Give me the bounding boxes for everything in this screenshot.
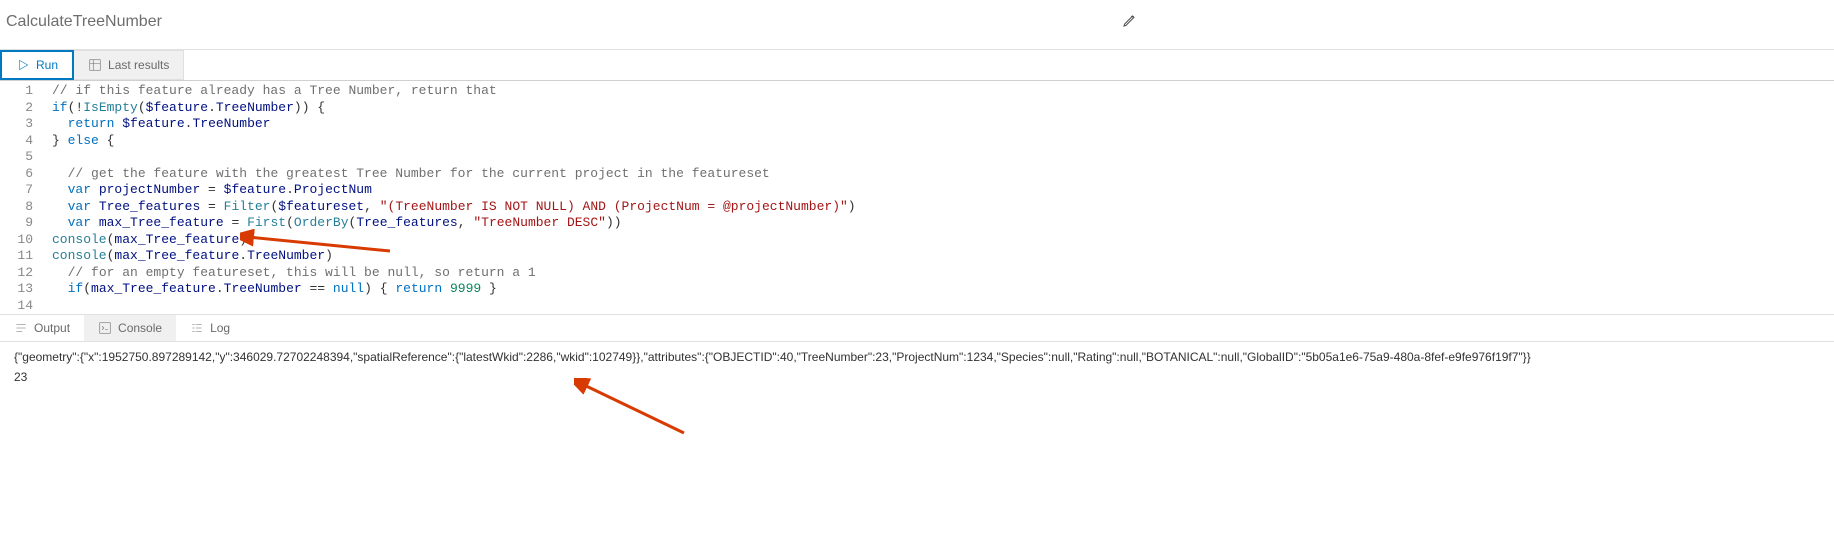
code-line[interactable]: console(max_Tree_feature.TreeNumber) [52,248,887,265]
tab-output[interactable]: Output [0,315,84,341]
last-results-button[interactable]: Last results [74,50,184,80]
code-line[interactable]: // calculate the max tree number for thi… [52,314,887,315]
bottom-tabs: Output Console Log [0,315,1834,342]
line-number: 6 [0,166,33,183]
code-line[interactable]: console(max_Tree_feature) [52,232,887,249]
code-line[interactable]: var Tree_features = Filter($featureset, … [52,199,887,216]
code-line[interactable]: // if this feature already has a Tree Nu… [52,83,887,100]
console-line: {"geometry":{"x":1952750.897289142,"y":3… [14,350,1820,364]
tab-output-label: Output [34,321,70,335]
tab-log-label: Log [210,321,230,335]
console-icon [98,321,112,335]
pencil-icon [1122,12,1138,28]
code-line[interactable]: // get the feature with the greatest Tre… [52,166,887,183]
code-line[interactable]: var max_Tree_feature = First(OrderBy(Tre… [52,215,887,232]
console-output: {"geometry":{"x":1952750.897289142,"y":3… [0,342,1834,398]
line-number: 12 [0,265,33,282]
tab-console-label: Console [118,321,162,335]
code-area[interactable]: // if this feature already has a Tree Nu… [44,81,887,314]
line-number: 8 [0,199,33,216]
code-line[interactable]: return $feature.TreeNumber [52,116,887,133]
log-icon [190,321,204,335]
run-label: Run [36,58,58,72]
play-icon [16,58,30,72]
line-number: 10 [0,232,33,249]
tab-log[interactable]: Log [176,315,244,341]
header-bar: CalculateTreeNumber [0,0,1834,50]
code-line[interactable]: } else { [52,133,887,150]
run-button[interactable]: Run [0,50,74,80]
last-results-label: Last results [108,58,169,72]
line-number: 13 [0,281,33,298]
line-number: 3 [0,116,33,133]
line-number: 9 [0,215,33,232]
line-number: 11 [0,248,33,265]
page-title: CalculateTreeNumber [6,13,162,31]
line-number: 5 [0,149,33,166]
line-number: 14 [0,298,33,315]
line-number: 7 [0,182,33,199]
line-number: 4 [0,133,33,150]
editor-toolbar: Run Last results [0,50,1834,81]
editor-wrap: 123456789101112131415 // if this feature… [0,81,1834,315]
code-line[interactable]: // for an empty featureset, this will be… [52,265,887,282]
code-line[interactable]: var projectNumber = $feature.ProjectNum [52,182,887,199]
tab-console[interactable]: Console [84,315,176,341]
code-line[interactable] [52,149,887,166]
code-editor[interactable]: 123456789101112131415 // if this feature… [0,81,1834,315]
output-icon [14,321,28,335]
line-number: 1 [0,83,33,100]
code-line[interactable]: if(max_Tree_feature.TreeNumber == null) … [52,281,887,298]
console-wrap: {"geometry":{"x":1952750.897289142,"y":3… [0,342,1834,398]
edit-button[interactable] [1118,8,1142,35]
line-number: 2 [0,100,33,117]
code-line[interactable]: if(!IsEmpty($feature.TreeNumber)) { [52,100,887,117]
console-line: 23 [14,370,1820,384]
results-icon [88,58,102,72]
line-number: 15 [0,314,33,315]
code-line[interactable] [52,298,887,315]
line-gutter: 123456789101112131415 [0,81,44,314]
